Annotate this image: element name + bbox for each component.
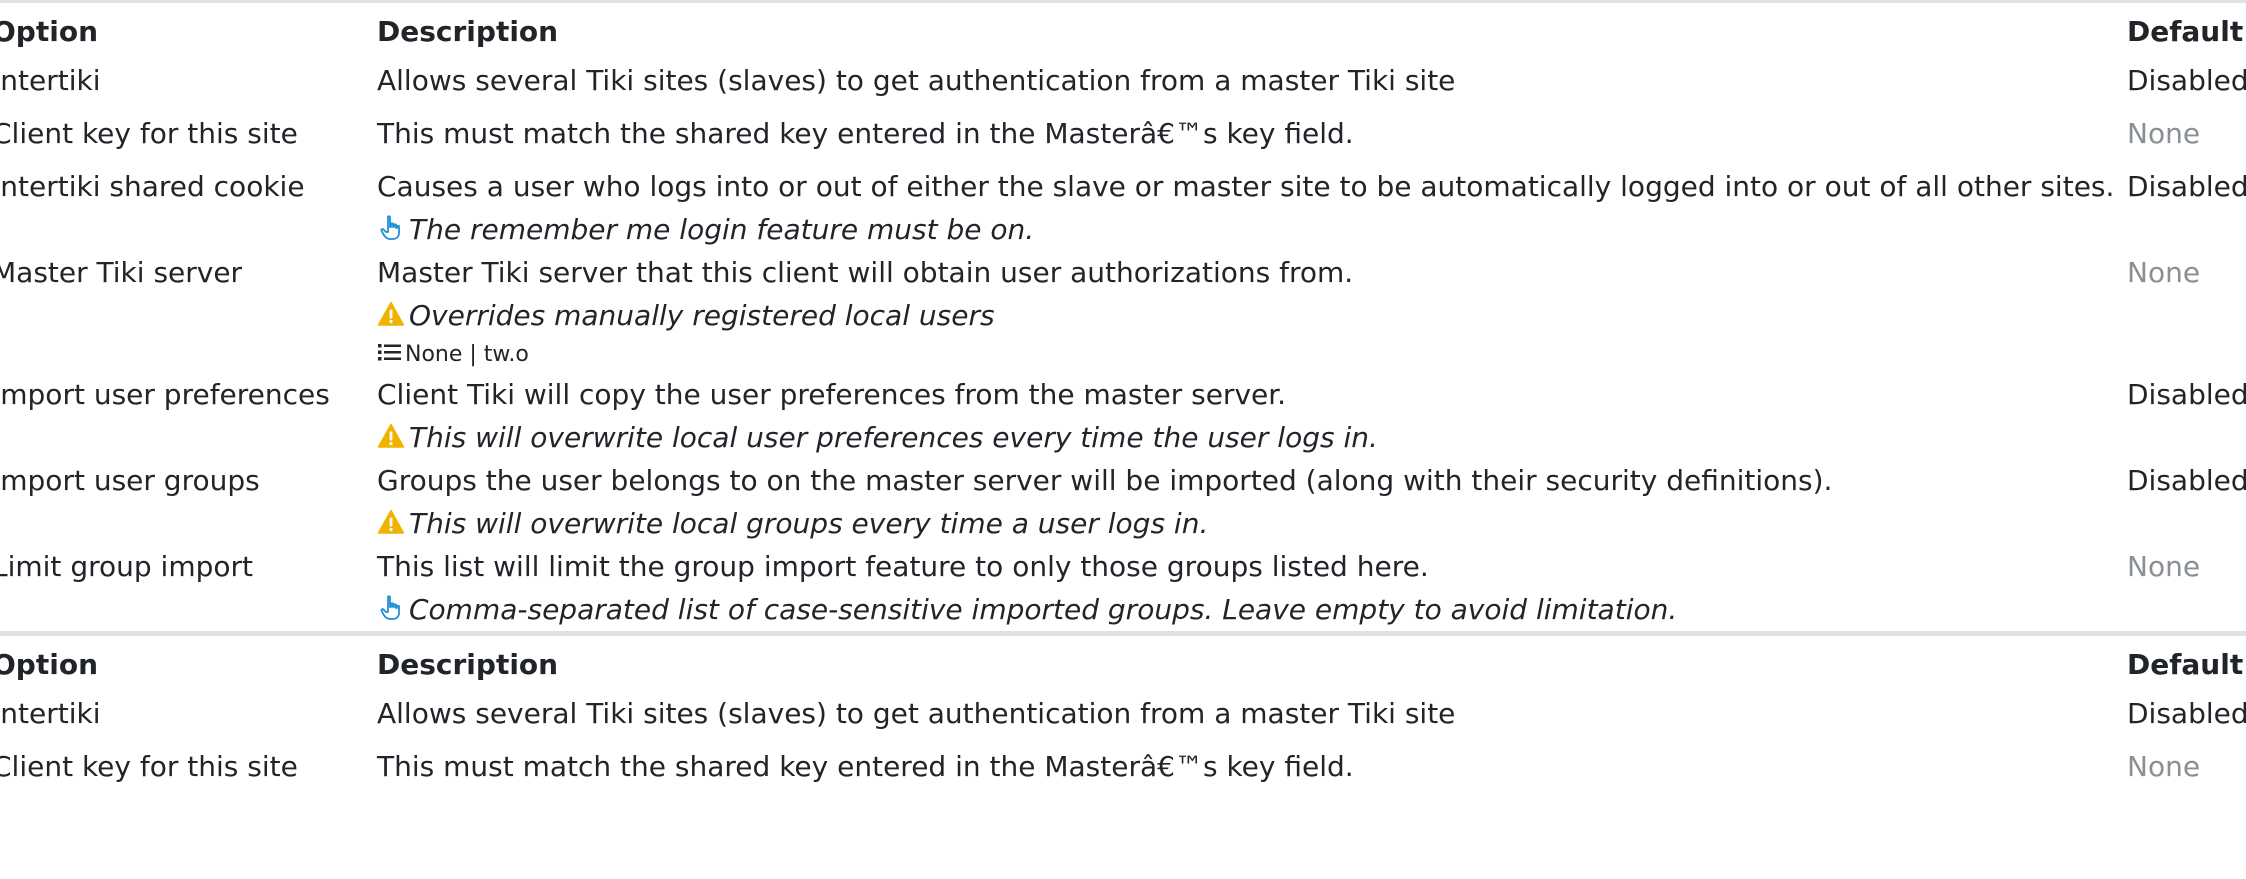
- list-icon: [378, 344, 401, 361]
- warning-icon: [377, 301, 405, 326]
- header-option: Option: [0, 631, 377, 692]
- option-name: Import user preferences: [0, 378, 330, 411]
- header-default: Default: [2127, 631, 2246, 692]
- tip-text: Comma-separated list of case-sensitive i…: [409, 593, 1678, 626]
- warning-text: This will overwrite local user preferenc…: [409, 421, 1378, 454]
- header-description: Description: [377, 0, 2127, 59]
- table-row: Limit group import This list will limit …: [0, 545, 2246, 631]
- warning-text: Overrides manually registered local user…: [409, 299, 995, 332]
- option-name: Master Tiki server: [0, 256, 243, 289]
- option-default: Disabled: [2127, 697, 2246, 730]
- option-description: Master Tiki server that this client will…: [377, 251, 2127, 373]
- options-list: None | tw.o: [377, 337, 2127, 373]
- option-default: None: [2127, 750, 2201, 783]
- option-description: Allows several Tiki sites (slaves) to ge…: [377, 692, 2127, 745]
- hand-point-icon: [380, 595, 400, 620]
- table-row: Client key for this site This must match…: [0, 745, 2246, 798]
- preferences-table-2: Option Description Default Intertiki All…: [0, 631, 2246, 798]
- table-header-row: Option Description Default: [0, 0, 2246, 59]
- tip-text: The remember me login feature must be on…: [409, 213, 1035, 246]
- table-row: Client key for this site This must match…: [0, 112, 2246, 165]
- option-name: Intertiki: [0, 697, 101, 730]
- table-row: Intertiki Allows several Tiki sites (sla…: [0, 59, 2246, 112]
- option-description: This list will limit the group import fe…: [377, 545, 2127, 631]
- option-name: Client key for this site: [0, 117, 298, 150]
- table-row: Master Tiki server Master Tiki server th…: [0, 251, 2246, 373]
- option-description: Groups the user belongs to on the master…: [377, 459, 2127, 545]
- description-text: Causes a user who logs into or out of ei…: [377, 170, 2115, 203]
- option-name: Limit group import: [0, 550, 253, 583]
- header-description: Description: [377, 631, 2127, 692]
- warning-note: This will overwrite local user preferenc…: [377, 416, 2127, 459]
- option-name: Client key for this site: [0, 750, 298, 783]
- warning-text: This will overwrite local groups every t…: [409, 507, 1209, 540]
- preferences-document: Option Description Default Intertiki All…: [0, 0, 2246, 798]
- table-header-row: Option Description Default: [0, 631, 2246, 692]
- option-default: None: [2127, 256, 2201, 289]
- description-text: This list will limit the group import fe…: [377, 550, 1429, 583]
- option-default: Disabled: [2127, 170, 2246, 203]
- option-default: None: [2127, 117, 2201, 150]
- tip-note: Comma-separated list of case-sensitive i…: [377, 588, 2127, 631]
- table-row: Intertiki Allows several Tiki sites (sla…: [0, 692, 2246, 745]
- table-row: Intertiki shared cookie Causes a user wh…: [0, 165, 2246, 251]
- option-default: Disabled: [2127, 378, 2246, 411]
- option-default: Disabled: [2127, 64, 2246, 97]
- description-text: This must match the shared key entered i…: [377, 117, 1354, 150]
- option-description: This must match the shared key entered i…: [377, 745, 2127, 798]
- table-row: Import user preferences Client Tiki will…: [0, 373, 2246, 459]
- option-description: Allows several Tiki sites (slaves) to ge…: [377, 59, 2127, 112]
- option-default: Disabled: [2127, 464, 2246, 497]
- option-name: Intertiki shared cookie: [0, 170, 305, 203]
- option-description: Causes a user who logs into or out of ei…: [377, 165, 2127, 251]
- description-text: Allows several Tiki sites (slaves) to ge…: [377, 64, 1456, 97]
- description-text: Allows several Tiki sites (slaves) to ge…: [377, 697, 1456, 730]
- tip-note: The remember me login feature must be on…: [377, 208, 2127, 251]
- header-option: Option: [0, 0, 377, 59]
- warning-note: This will overwrite local groups every t…: [377, 502, 2127, 545]
- description-text: Client Tiki will copy the user preferenc…: [377, 378, 1287, 411]
- table-row: Import user groups Groups the user belon…: [0, 459, 2246, 545]
- warning-note: Overrides manually registered local user…: [377, 294, 2127, 337]
- warning-icon: [377, 423, 405, 448]
- option-description: Client Tiki will copy the user preferenc…: [377, 373, 2127, 459]
- warning-icon: [377, 509, 405, 534]
- description-text: Groups the user belongs to on the master…: [377, 464, 1833, 497]
- options-list-text: None | tw.o: [405, 342, 529, 367]
- hand-point-icon: [380, 215, 400, 240]
- option-name: Import user groups: [0, 464, 260, 497]
- option-name: Intertiki: [0, 64, 101, 97]
- preferences-table: Option Description Default Intertiki All…: [0, 0, 2246, 631]
- description-text: Master Tiki server that this client will…: [377, 256, 1354, 289]
- header-default: Default: [2127, 0, 2246, 59]
- option-default: None: [2127, 550, 2201, 583]
- option-description: This must match the shared key entered i…: [377, 112, 2127, 165]
- description-text: This must match the shared key entered i…: [377, 750, 1354, 783]
